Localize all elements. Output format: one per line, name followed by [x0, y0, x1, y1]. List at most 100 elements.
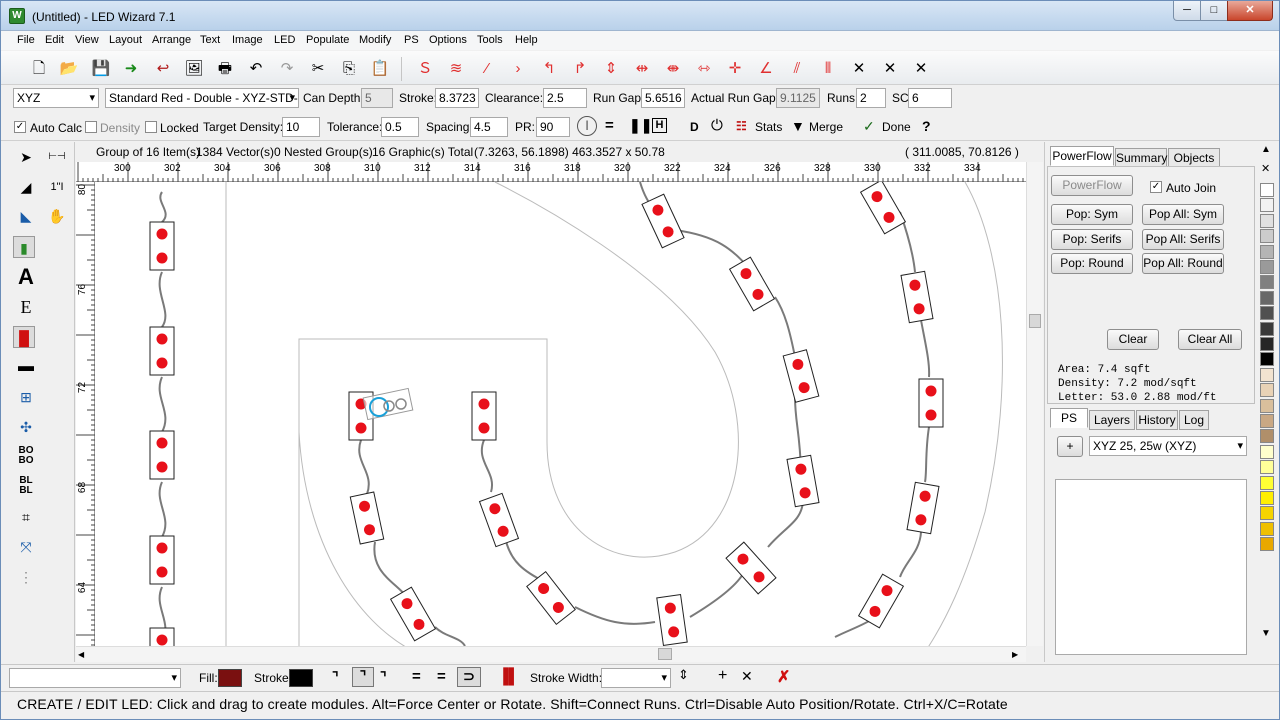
palette-swatch[interactable]	[1260, 398, 1274, 413]
palette-swatch[interactable]	[1260, 321, 1274, 336]
led-module[interactable]	[471, 391, 497, 441]
style-select[interactable]	[9, 668, 181, 688]
rectangle-fill-icon[interactable]: ▬	[15, 356, 37, 378]
led-tool-icon[interactable]: ▐▌	[13, 326, 35, 348]
canvas-vertical-scrollbar[interactable]	[1026, 162, 1043, 646]
palette-swatch[interactable]	[1260, 198, 1274, 213]
merge-button[interactable]: Merge	[809, 120, 843, 134]
split-icon[interactable]: ⫽	[787, 59, 807, 79]
led-module[interactable]	[782, 349, 820, 403]
color-fill-icon[interactable]: ▮	[13, 236, 35, 258]
led-module[interactable]	[641, 193, 685, 249]
runs-field[interactable]: 2	[856, 88, 886, 108]
s-curve-icon[interactable]: Ｓ	[415, 59, 435, 79]
led-module[interactable]	[389, 586, 437, 642]
save-icon[interactable]: 💾	[91, 59, 111, 79]
join-miter-icon[interactable]: =	[412, 668, 421, 685]
redo-arrow-icon[interactable]: ➜	[121, 59, 141, 79]
power-icon[interactable]: ⏻	[711, 117, 723, 134]
pr-field[interactable]: 90	[536, 117, 570, 137]
run-gap-field[interactable]: 5.6516	[641, 88, 685, 108]
distribute-v-icon[interactable]: ⇼	[663, 59, 683, 79]
join-bevel-icon[interactable]: ⊃	[457, 667, 481, 687]
palette-swatch[interactable]	[1260, 444, 1274, 459]
select-arrow-icon[interactable]: ➤	[15, 146, 37, 168]
led-module[interactable]	[149, 535, 175, 585]
led-module[interactable]	[526, 570, 576, 626]
palette-swatch[interactable]	[1260, 213, 1274, 228]
chevron-right-icon[interactable]: ›	[508, 59, 528, 79]
menu-view[interactable]: View	[75, 34, 99, 46]
stats-button[interactable]: Stats	[755, 120, 782, 134]
module-select[interactable]: Standard Red - Double - XYZ-STD-	[105, 88, 299, 108]
auto-calc-checkbox[interactable]: ✓	[14, 121, 26, 133]
measure-icon[interactable]: ⊢⊣	[46, 146, 68, 168]
menu-file[interactable]: File	[17, 34, 35, 46]
tolerance-field[interactable]: 0.5	[381, 117, 419, 137]
menu-modify[interactable]: Modify	[359, 34, 391, 46]
menu-arrange[interactable]: Arrange	[152, 34, 191, 46]
tab-history[interactable]: History	[1136, 410, 1178, 430]
open-folder-icon[interactable]: 📂	[59, 59, 79, 79]
cap-round-icon[interactable]: ⌝	[352, 667, 374, 687]
pop-all-sym-button[interactable]: Pop All: Sym	[1142, 204, 1224, 225]
stripe-icon[interactable]: ≋	[446, 59, 466, 79]
stroke-field[interactable]: 8.3723	[435, 88, 479, 108]
fill-color-swatch[interactable]	[218, 669, 242, 687]
clear-button[interactable]: Clear	[1107, 329, 1159, 350]
led-module[interactable]	[349, 491, 385, 545]
palette-swatch[interactable]	[1260, 414, 1274, 428]
led-module[interactable]	[149, 627, 175, 646]
delete-x-icon[interactable]: ✕	[849, 59, 869, 79]
menu-tools[interactable]: Tools	[477, 34, 503, 46]
distribute-h-icon[interactable]: ⇹	[632, 59, 652, 79]
led-module[interactable]	[859, 182, 907, 235]
menu-image[interactable]: Image	[232, 34, 263, 46]
dots-icon[interactable]: ⋮	[15, 566, 37, 588]
bo-icon[interactable]: BO BO	[15, 446, 37, 468]
add-ps-button[interactable]: +	[1057, 436, 1083, 457]
cut-icon[interactable]: ✂	[308, 59, 328, 79]
palette-swatch[interactable]	[1260, 460, 1274, 475]
d-button[interactable]: D	[690, 120, 699, 134]
locked-checkbox[interactable]	[145, 121, 157, 133]
palette-down-icon[interactable]: ▼	[1261, 628, 1271, 639]
maximize-button[interactable]: □	[1200, 1, 1228, 21]
palette-swatch[interactable]	[1260, 244, 1274, 259]
palette-swatch[interactable]	[1260, 506, 1274, 521]
copy-icon[interactable]: ⎘	[339, 59, 359, 79]
menu-help[interactable]: Help	[515, 34, 538, 46]
ps-list[interactable]	[1055, 479, 1247, 655]
text-tool-icon[interactable]: A	[15, 266, 37, 288]
menu-options[interactable]: Options	[429, 34, 467, 46]
palette-swatch[interactable]	[1260, 491, 1274, 505]
palette-swatch[interactable]	[1260, 537, 1274, 552]
palette-swatch[interactable]	[1260, 306, 1274, 321]
stroke-width-select[interactable]	[601, 668, 671, 688]
palette-swatch[interactable]	[1260, 352, 1274, 367]
tab-powerflow[interactable]: PowerFlow	[1050, 146, 1114, 166]
drawing-canvas[interactable]	[95, 182, 1026, 646]
led-module[interactable]	[728, 256, 776, 312]
led-module[interactable]	[478, 492, 520, 548]
menu-populate[interactable]: Populate	[306, 34, 349, 46]
distribute-icon[interactable]: ⇿	[694, 59, 714, 79]
palette-swatch[interactable]	[1260, 383, 1274, 398]
pause-icon[interactable]: ❚❚	[629, 117, 652, 134]
led-module[interactable]	[918, 378, 944, 428]
clear-all-button[interactable]: Clear All	[1178, 329, 1242, 350]
canvas-horizontal-scrollbar[interactable]: ◀ ▶	[76, 646, 1026, 662]
frame-icon[interactable]: ⌗	[15, 506, 37, 528]
rotate-left-icon[interactable]: ↰	[539, 59, 559, 79]
no-stroke-icon[interactable]: ✗	[777, 667, 790, 687]
led-module[interactable]	[149, 326, 175, 376]
pop-all-round-button[interactable]: Pop All: Round	[1142, 253, 1224, 274]
led-module[interactable]	[906, 481, 940, 535]
paste-icon[interactable]: 📋	[370, 59, 390, 79]
palette-swatch[interactable]	[1260, 367, 1274, 382]
equal-icon[interactable]: =	[605, 117, 614, 134]
minimize-button[interactable]: ─	[1173, 1, 1201, 21]
rotation-dial-icon[interactable]: |	[577, 116, 597, 136]
tab-log[interactable]: Log	[1179, 410, 1209, 430]
sc-field[interactable]: 6	[908, 88, 952, 108]
